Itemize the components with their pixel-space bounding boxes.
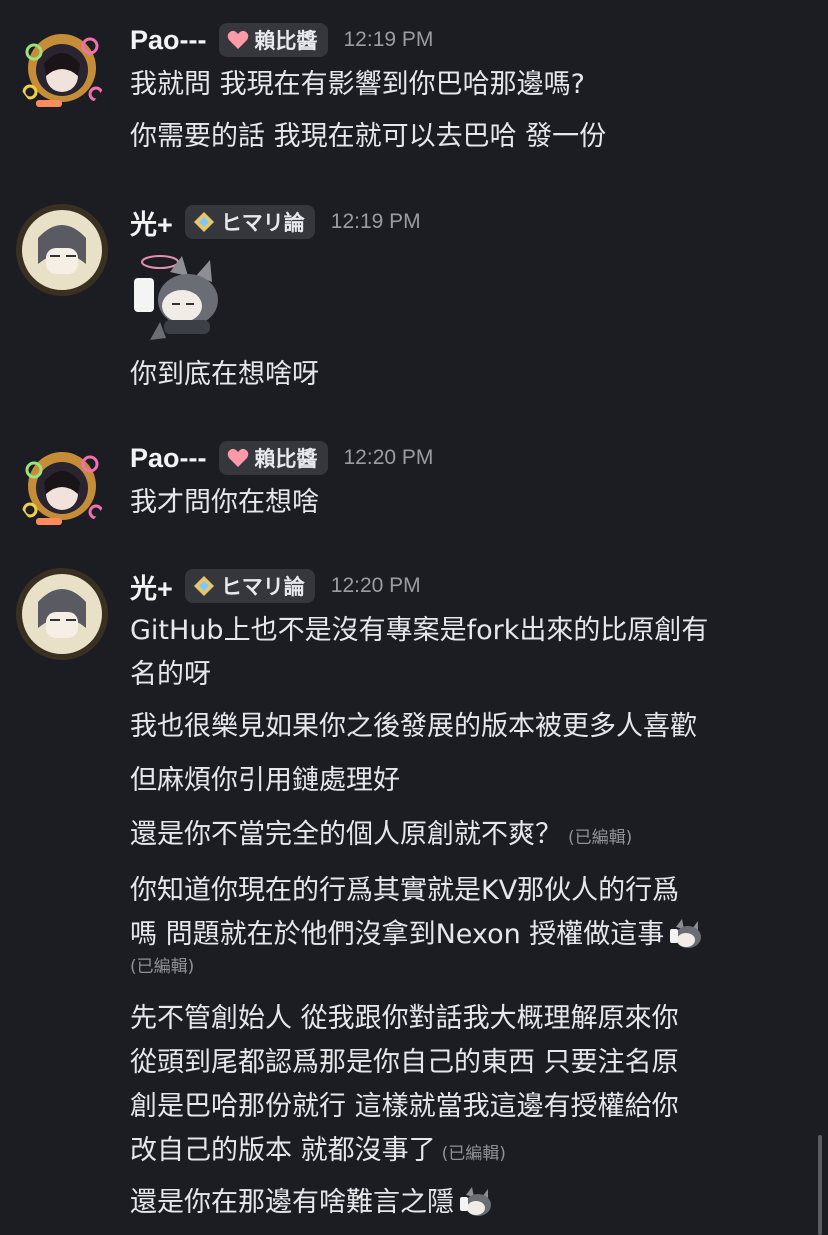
username[interactable]: Pao--- [130,443,207,474]
edited-label: (已編輯) [130,957,195,977]
avatar[interactable] [16,22,108,114]
role-label: ヒマリ論 [220,211,305,235]
message-text: 改自己的版本 就都沒事了 (已編輯) [130,1128,506,1177]
message-text: 名的呀 [130,659,211,690]
message-text: 我也很樂見如果你之後發展的版本被更多人喜歡 [130,711,697,742]
role-label: 賴比醬 [254,29,318,53]
edited-label: (已編輯) [441,1144,506,1164]
message-text-content: 還是你不當完全的個人原創就不爽？ [130,819,562,850]
username[interactable]: Pao--- [130,25,207,56]
sticker-image[interactable] [130,252,224,346]
role-label: ヒマリ論 [220,575,305,599]
message-text-content: 還是你在那邊有啥難言之隱 [130,1187,454,1218]
message-text: 先不管創始人 從我跟你對話我大概理解原來你 [130,1003,679,1034]
message-text: 還是你不當完全的個人原創就不爽？ (已編輯) [130,812,632,861]
message-text: 你知道你現在的行爲其實就是KV那伙人的行爲 [130,875,680,906]
edited-line: (已編輯) [130,950,194,981]
message-text: 你需要的話 我現在就可以去巴哈 發一份 [130,121,607,152]
message-text: 還是你在那邊有啥難言之隱 [130,1180,494,1234]
message-text-content: 嗎 問題就在於他們沒拿到Nexon 授權做這事 [130,919,665,950]
message-text: 從頭到尾都認爲那是你自己的東西 只要注名原 [130,1047,679,1078]
timestamp: 12:20 PM [330,574,421,597]
diamond-sparkle-icon [193,575,215,597]
message-header: 光+ ヒマリ論 12:19 PM [130,204,421,240]
role-label: 賴比醬 [254,447,318,471]
avatar[interactable] [16,440,108,532]
avatar[interactable] [16,568,108,660]
scrollbar[interactable] [818,1135,822,1235]
role-tag[interactable]: ヒマリ論 [184,205,315,239]
heart-icon [227,30,249,50]
heart-icon [227,448,249,468]
message-text: GitHub上也不是沒有專案是fork出來的比原創有 [130,615,709,646]
message-text: 創是巴哈那份就行 這樣就當我這邊有授權給你 [130,1091,679,1122]
message-text-content: 改自己的版本 就都沒事了 [130,1135,436,1166]
edited-label: (已編輯) [568,828,633,848]
timestamp: 12:19 PM [330,210,421,233]
message-text: 我才問你在想啥 [130,487,319,518]
custom-emoji-icon[interactable] [458,1187,494,1234]
message-header: 光+ ヒマリ論 12:20 PM [130,568,421,604]
message-text: 嗎 問題就在於他們沒拿到Nexon 授權做這事 [130,912,704,966]
diamond-sparkle-icon [193,211,215,233]
chat-view: Pao--- 賴比醬 12:19 PM 我就問 我現在有影響到你巴哈那邊嗎? 你… [0,0,828,1235]
message-text: 我就問 我現在有影響到你巴哈那邊嗎? [130,69,585,100]
message-header: Pao--- 賴比醬 12:20 PM [130,440,433,476]
role-tag[interactable]: 賴比醬 [218,441,328,475]
message-text: 你到底在想啥呀 [130,359,319,390]
role-tag[interactable]: ヒマリ論 [184,569,315,603]
message-text: 但麻煩你引用鏈處理好 [130,765,400,796]
avatar[interactable] [16,204,108,296]
message-header: Pao--- 賴比醬 12:19 PM [130,22,433,58]
custom-emoji-icon[interactable] [668,919,704,966]
timestamp: 12:19 PM [343,28,434,51]
timestamp: 12:20 PM [343,446,434,469]
role-tag[interactable]: 賴比醬 [218,23,328,57]
username[interactable]: 光+ [130,203,173,242]
username[interactable]: 光+ [130,567,173,606]
